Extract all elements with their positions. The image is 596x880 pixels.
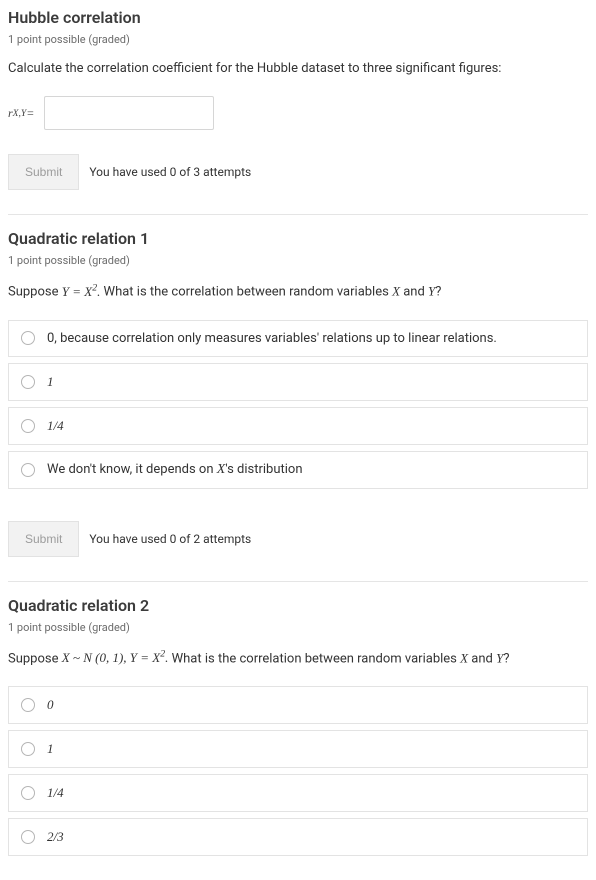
choice-option[interactable]: 0: [8, 686, 588, 724]
instr-mid: What is the correlation between random v…: [100, 285, 392, 300]
instr-and: and: [468, 651, 496, 666]
choice-option[interactable]: 1: [8, 363, 588, 401]
choice-label: 1: [47, 741, 54, 757]
radio-icon: [21, 375, 35, 389]
radio-icon: [21, 742, 35, 756]
rxy-label: rX,Y =: [8, 106, 34, 121]
choice-label: 2/3: [47, 829, 64, 845]
correlation-input[interactable]: [44, 96, 214, 130]
instruction-text: Calculate the correlation coefficient fo…: [8, 60, 588, 78]
points-label: 1 point possible (graded): [8, 254, 588, 267]
choice-option[interactable]: 0, because correlation only measures var…: [8, 320, 588, 357]
radio-icon: [21, 830, 35, 844]
choice-label: 0, because correlation only measures var…: [47, 331, 497, 346]
radio-icon: [21, 419, 35, 433]
radio-icon: [21, 331, 35, 345]
points-label: 1 point possible (graded): [8, 33, 588, 46]
submit-row: Submit You have used 0 of 3 attempts: [8, 154, 588, 190]
instr-q: ?: [503, 651, 509, 666]
instr-and: and: [400, 285, 428, 300]
instr-x: X: [460, 650, 468, 665]
instr-x: X: [392, 284, 400, 299]
choice-option[interactable]: 1: [8, 730, 588, 768]
answer-row: rX,Y =: [8, 96, 588, 130]
radio-icon: [21, 463, 35, 477]
choice-label: 0: [47, 697, 54, 713]
instr-pre: Suppose: [8, 651, 62, 666]
problem-hubble: Hubble correlation 1 point possible (gra…: [8, 8, 588, 208]
instr-math: X ~ N (0, 1), Y = X2.: [62, 650, 169, 665]
instruction-text: Suppose Y = X2. What is the correlation …: [8, 281, 588, 302]
instr-mid: What is the correlation between random v…: [168, 651, 460, 666]
instr-pre: Suppose: [8, 285, 62, 300]
attempts-text: You have used 0 of 2 attempts: [89, 532, 251, 546]
choice-label: 1: [47, 374, 54, 390]
submit-button[interactable]: Submit: [8, 521, 79, 557]
points-label: 1 point possible (graded): [8, 621, 588, 634]
attempts-text: You have used 0 of 3 attempts: [89, 165, 251, 179]
problem-title: Quadratic relation 1: [8, 229, 588, 248]
choice-option[interactable]: We don't know, it depends on X's distrib…: [8, 451, 588, 489]
radio-icon: [21, 698, 35, 712]
instruction-text: Suppose X ~ N (0, 1), Y = X2. What is th…: [8, 648, 588, 669]
problem-title: Hubble correlation: [8, 8, 588, 27]
choice-list: 0 1 1/4 2/3: [8, 686, 588, 856]
instr-q: ?: [435, 285, 441, 300]
choice-option[interactable]: 1/4: [8, 407, 588, 445]
problem-quadratic-2: Quadratic relation 2 1 point possible (g…: [8, 581, 588, 880]
choice-option[interactable]: 2/3: [8, 818, 588, 856]
submit-button[interactable]: Submit: [8, 154, 79, 190]
radio-icon: [21, 786, 35, 800]
problem-title: Quadratic relation 2: [8, 596, 588, 615]
choice-label: 1/4: [47, 418, 64, 434]
choice-label: 1/4: [47, 785, 64, 801]
submit-row: Submit You have used 0 of 2 attempts: [8, 521, 588, 557]
problem-quadratic-1: Quadratic relation 1 1 point possible (g…: [8, 214, 588, 575]
instr-math: Y = X2.: [62, 284, 101, 299]
choice-option[interactable]: 1/4: [8, 774, 588, 812]
choice-label: We don't know, it depends on X's distrib…: [47, 462, 303, 478]
choice-list: 0, because correlation only measures var…: [8, 320, 588, 489]
